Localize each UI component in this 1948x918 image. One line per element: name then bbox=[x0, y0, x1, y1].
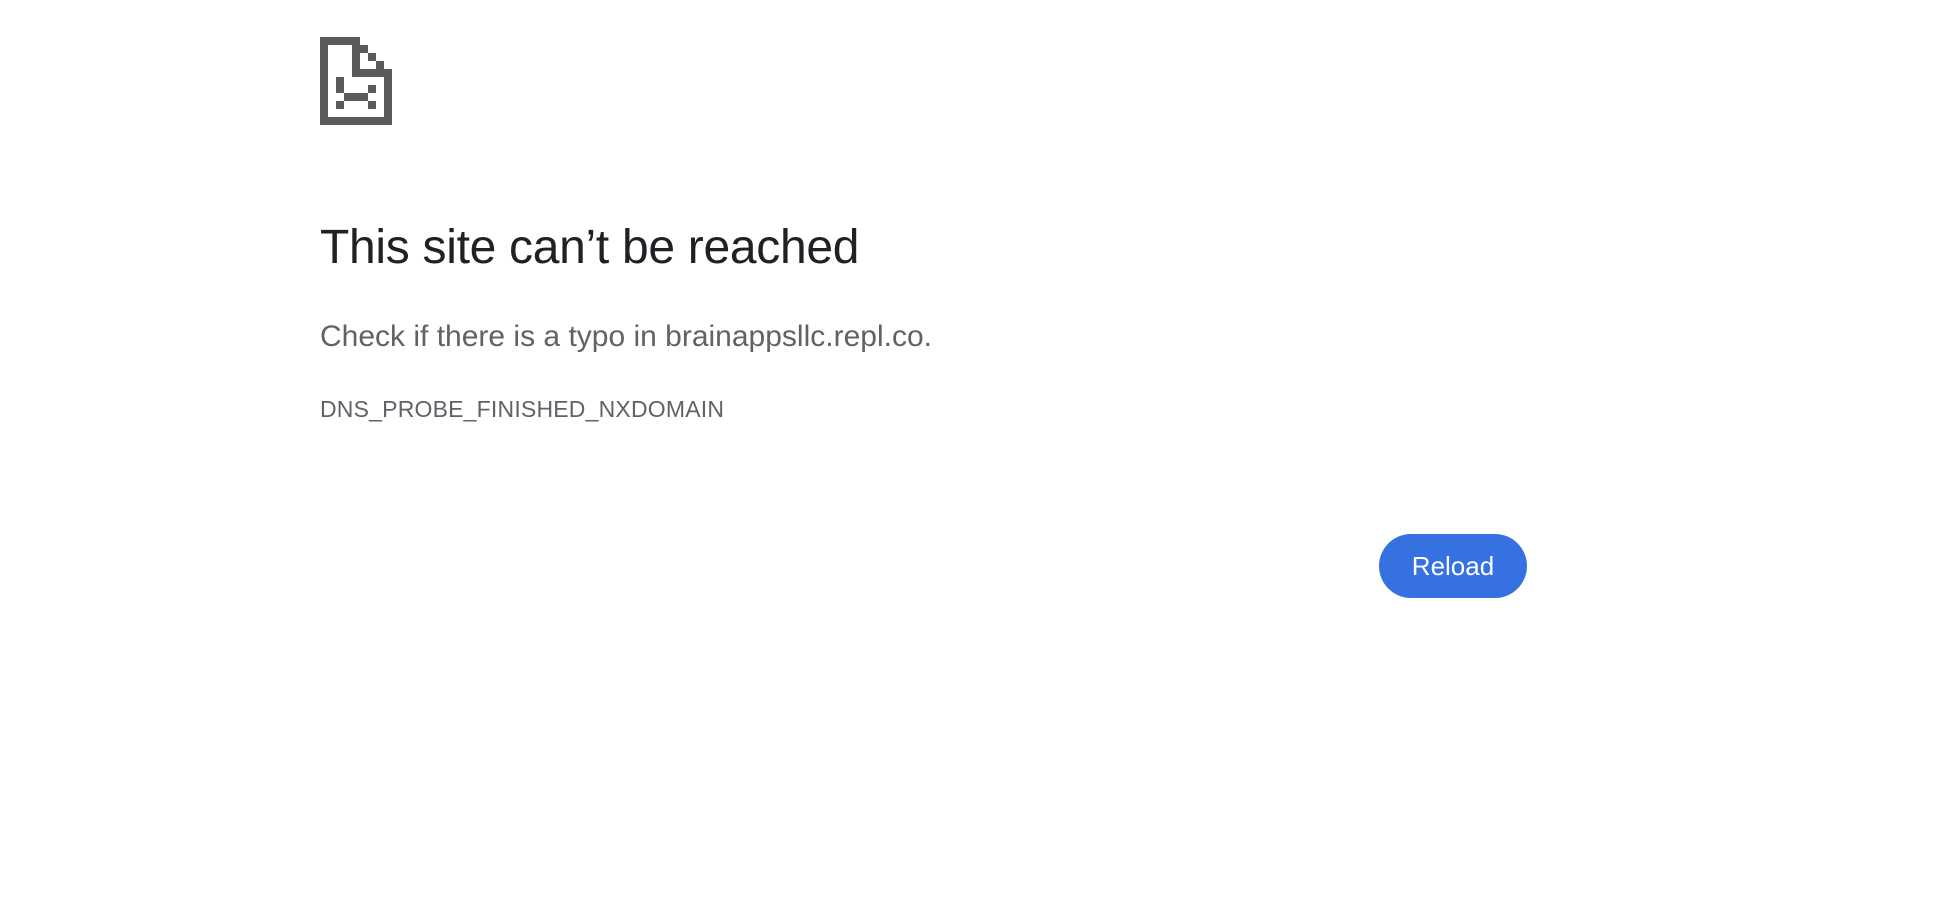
error-suggestion: Check if there is a typo in brainappsllc… bbox=[320, 320, 932, 353]
error-code[interactable]: DNS_PROBE_FINISHED_NXDOMAIN bbox=[320, 395, 724, 423]
reload-button[interactable]: Reload bbox=[1379, 534, 1527, 598]
error-page: This site can’t be reached Check if ther… bbox=[0, 0, 1948, 918]
page-title: This site can’t be reached bbox=[320, 221, 860, 274]
sad-page-icon bbox=[320, 37, 392, 125]
